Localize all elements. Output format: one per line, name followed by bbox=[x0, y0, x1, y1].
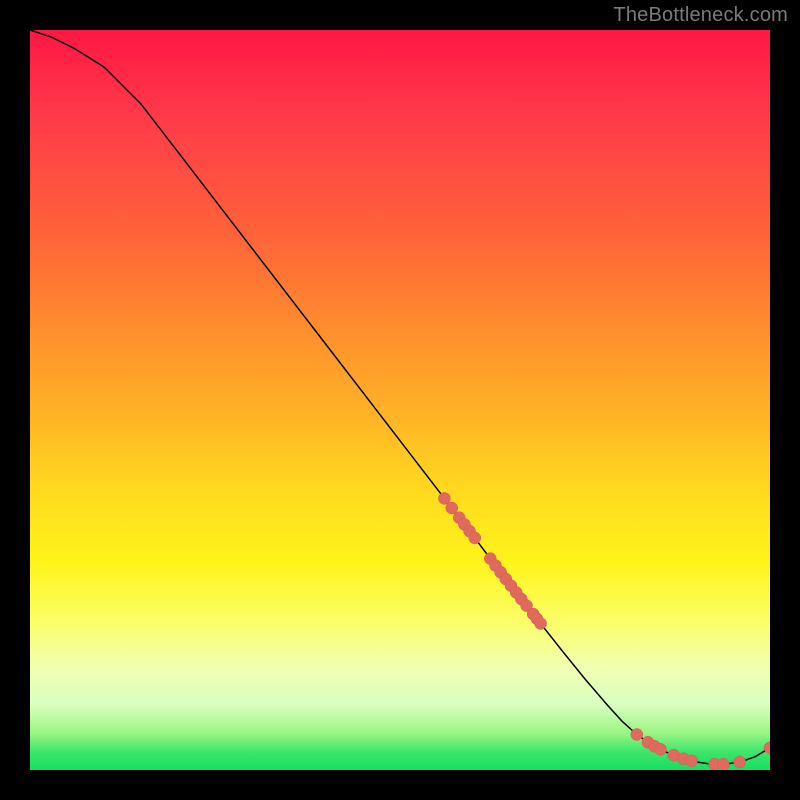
data-point bbox=[631, 728, 643, 740]
data-point bbox=[734, 756, 746, 768]
data-point bbox=[764, 742, 770, 754]
data-point bbox=[654, 743, 666, 755]
plot-area bbox=[30, 30, 770, 770]
bottleneck-curve bbox=[30, 30, 770, 764]
curve-svg bbox=[30, 30, 770, 770]
data-point bbox=[686, 755, 698, 767]
data-point bbox=[469, 532, 481, 544]
data-point bbox=[535, 617, 547, 629]
data-point bbox=[717, 758, 729, 770]
data-point bbox=[446, 502, 458, 514]
curve-points bbox=[438, 492, 770, 770]
watermark-text: TheBottleneck.com bbox=[613, 4, 788, 27]
data-point bbox=[438, 492, 450, 504]
chart-stage: TheBottleneck.com bbox=[0, 0, 800, 800]
